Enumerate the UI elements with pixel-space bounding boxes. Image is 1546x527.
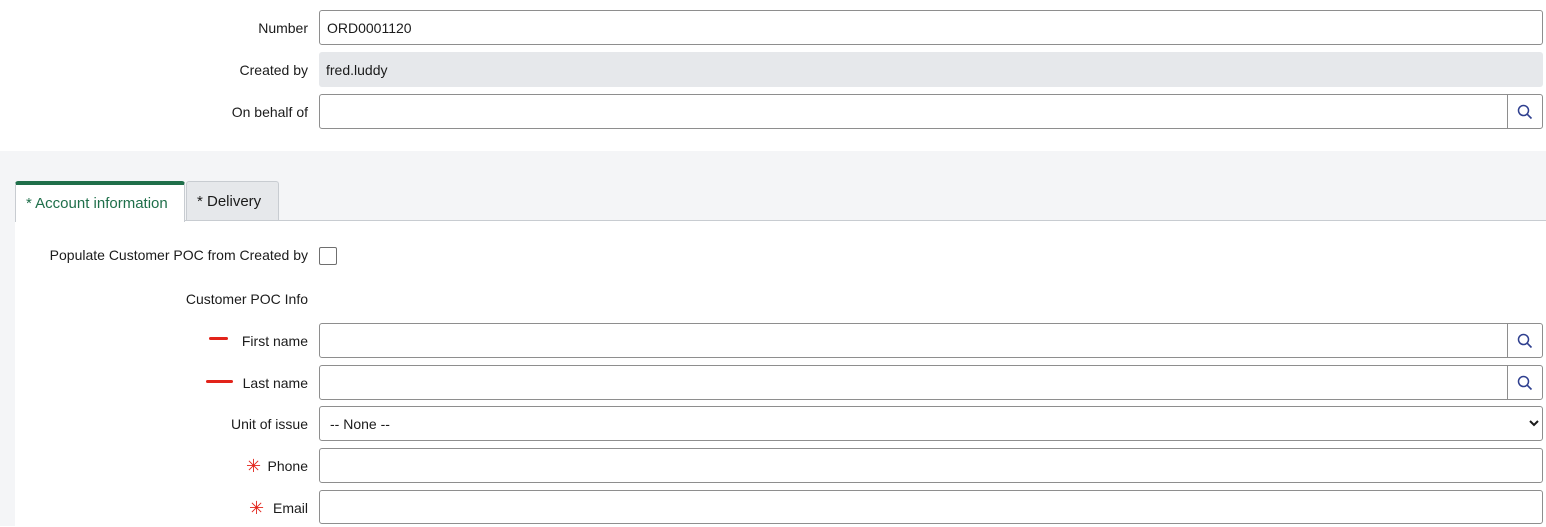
required-bar-first-name bbox=[209, 337, 228, 340]
search-icon bbox=[1517, 104, 1533, 119]
unit-of-issue-select[interactable]: -- None -- bbox=[319, 406, 1543, 441]
on-behalf-lookup-button[interactable] bbox=[1507, 95, 1542, 128]
phone-field[interactable] bbox=[319, 448, 1543, 483]
first-name-input[interactable] bbox=[320, 324, 1507, 357]
number-field[interactable] bbox=[319, 10, 1543, 45]
last-name-reference bbox=[319, 365, 1543, 400]
unit-of-issue-label: Unit of issue bbox=[230, 416, 308, 432]
last-name-label: Last name bbox=[242, 375, 308, 391]
on-behalf-input[interactable] bbox=[320, 95, 1507, 128]
created-by-value: fred.luddy bbox=[326, 61, 388, 78]
on-behalf-label: On behalf of bbox=[231, 104, 308, 120]
tab-account-information[interactable]: * Account information bbox=[15, 181, 185, 222]
created-by-label: Created by bbox=[239, 62, 308, 78]
first-name-label: First name bbox=[241, 333, 308, 349]
on-behalf-reference bbox=[319, 94, 1543, 129]
mandatory-asterisk-phone: ✳ bbox=[246, 456, 262, 476]
populate-poc-checkbox[interactable] bbox=[319, 247, 337, 265]
search-icon bbox=[1517, 333, 1533, 348]
mandatory-asterisk-email: ✳ bbox=[249, 498, 265, 518]
first-name-lookup-button[interactable] bbox=[1507, 324, 1542, 357]
required-bar-last-name bbox=[206, 380, 233, 383]
customer-poc-info-label: Customer POC Info bbox=[185, 291, 308, 307]
last-name-lookup-button[interactable] bbox=[1507, 366, 1542, 399]
first-name-reference bbox=[319, 323, 1543, 358]
populate-poc-label: Populate Customer POC from Created by bbox=[49, 247, 308, 263]
tab-delivery-label: * Delivery bbox=[197, 193, 262, 210]
created-by-field: fred.luddy bbox=[319, 52, 1543, 87]
phone-label: Phone bbox=[267, 458, 308, 474]
email-label: Email bbox=[272, 500, 308, 516]
number-label: Number bbox=[258, 20, 308, 36]
email-field[interactable] bbox=[319, 490, 1543, 524]
tab-delivery[interactable]: * Delivery bbox=[186, 181, 279, 221]
search-icon bbox=[1517, 375, 1533, 390]
last-name-input[interactable] bbox=[320, 366, 1507, 399]
tab-account-information-label: * Account information bbox=[26, 195, 168, 212]
